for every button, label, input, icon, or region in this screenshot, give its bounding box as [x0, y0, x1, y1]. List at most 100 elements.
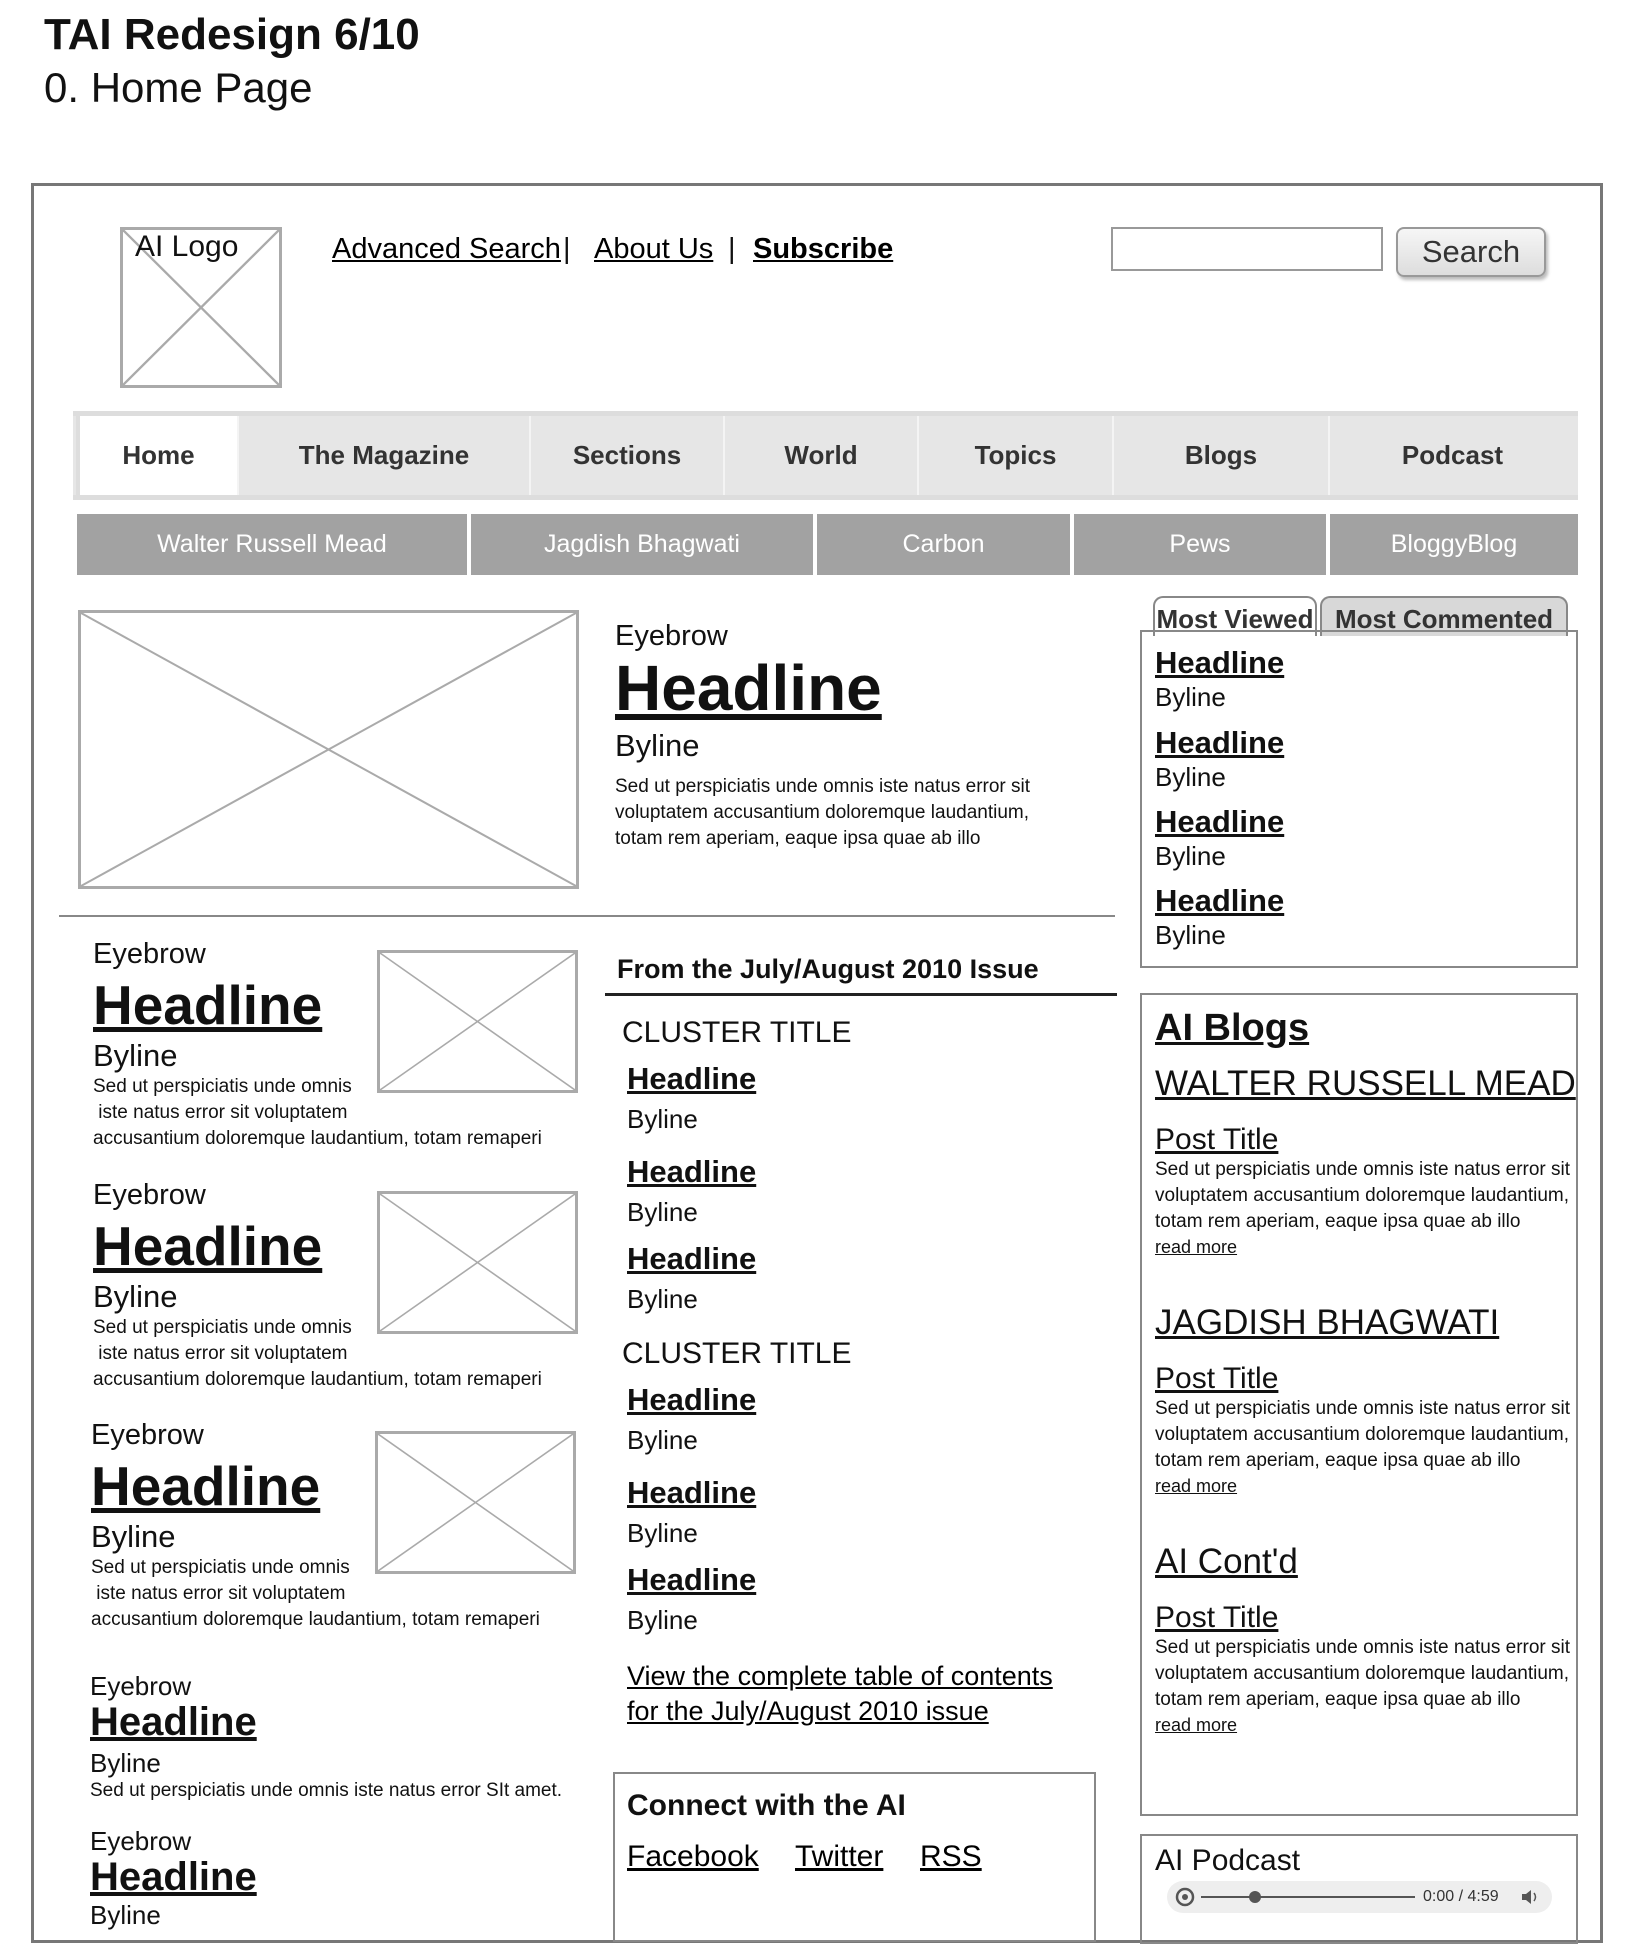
- popular-headline[interactable]: Headline: [1155, 804, 1284, 840]
- lead-summary: Sed ut perspiciatis unde omnis iste natu…: [615, 776, 1031, 849]
- post-excerpt-line: totam rem aperiam, eaque ipsa quae ab il…: [1155, 1689, 1521, 1710]
- cluster-title: CLUSTER TITLE: [622, 1337, 852, 1370]
- read-more-link[interactable]: read more: [1155, 1237, 1237, 1258]
- audio-progress-track[interactable]: [1201, 1896, 1415, 1898]
- feature-story: Eyebrow Headline Byline Sed ut perspicia…: [90, 1416, 580, 1646]
- audio-time: 0:00 / 4:59: [1423, 1888, 1499, 1905]
- toc-link-line-1[interactable]: View the complete table of contents: [627, 1661, 1053, 1692]
- feature-eyebrow: Eyebrow: [91, 1419, 204, 1451]
- feature-byline: Byline: [93, 1038, 178, 1073]
- popular-byline: Byline: [1155, 682, 1226, 712]
- post-excerpt-line: voluptatem accusantium doloremque laudan…: [1155, 1185, 1570, 1206]
- subnav-pews[interactable]: Pews: [1074, 514, 1326, 575]
- subscribe-link[interactable]: Subscribe: [753, 233, 893, 266]
- issue-headline[interactable]: Headline: [627, 1061, 756, 1097]
- feature-summary-line: iste natus error sit voluptatem: [93, 1102, 348, 1123]
- document-subtitle: 0. Home Page: [44, 64, 313, 111]
- issue-byline: Byline: [627, 1104, 698, 1134]
- volume-icon[interactable]: [1521, 1889, 1541, 1905]
- twitter-link[interactable]: Twitter: [795, 1840, 883, 1874]
- post-excerpt-line: totam rem aperiam, eaque ipsa quae ab il…: [1155, 1450, 1521, 1471]
- popular-headline[interactable]: Headline: [1155, 883, 1284, 919]
- issue-byline: Byline: [627, 1518, 698, 1548]
- feature-summary-line: accusantium doloremque laudantium, totam…: [93, 1369, 542, 1390]
- feature-summary-line: Sed ut perspiciatis unde omnis: [93, 1076, 352, 1097]
- story-headline[interactable]: Headline: [90, 1700, 257, 1745]
- read-more-link[interactable]: read more: [1155, 1715, 1237, 1736]
- blog-author-link[interactable]: JAGDISH BHAGWATI: [1155, 1303, 1499, 1343]
- feature-byline: Byline: [91, 1519, 176, 1554]
- feature-image-placeholder[interactable]: [377, 950, 578, 1093]
- story-eyebrow: Eyebrow: [90, 1671, 192, 1701]
- advanced-search-link[interactable]: Advanced Search: [332, 233, 561, 266]
- story-byline: Byline: [90, 1748, 161, 1778]
- audio-progress-knob[interactable]: [1248, 1891, 1261, 1903]
- tab-podcast[interactable]: Podcast: [1330, 416, 1575, 495]
- tab-blogs[interactable]: Blogs: [1114, 416, 1330, 495]
- feature-byline: Byline: [93, 1279, 178, 1314]
- story-byline: Byline: [90, 1900, 161, 1930]
- issue-headline[interactable]: Headline: [627, 1154, 756, 1190]
- read-more-link[interactable]: read more: [1155, 1476, 1237, 1497]
- section-divider: [59, 915, 1115, 917]
- facebook-link[interactable]: Facebook: [627, 1840, 759, 1874]
- play-icon[interactable]: [1175, 1887, 1195, 1907]
- story-headline[interactable]: Headline: [90, 1855, 257, 1900]
- subnav-bloggyblog[interactable]: BloggyBlog: [1330, 514, 1578, 575]
- issue-headline[interactable]: Headline: [627, 1382, 756, 1418]
- search-button[interactable]: Search: [1396, 227, 1546, 277]
- popular-byline: Byline: [1155, 841, 1226, 871]
- tab-sections[interactable]: Sections: [531, 416, 725, 495]
- subnav-carbon[interactable]: Carbon: [817, 514, 1070, 575]
- feature-summary-line: accusantium doloremque laudantium, totam…: [93, 1128, 542, 1149]
- issue-byline: Byline: [627, 1425, 698, 1455]
- blog-author-link[interactable]: WALTER RUSSELL MEAD: [1155, 1064, 1576, 1104]
- subnav-walter-russell-mead[interactable]: Walter Russell Mead: [77, 514, 467, 575]
- post-title-link[interactable]: Post Title: [1155, 1601, 1278, 1635]
- lead-headline[interactable]: Headline: [615, 651, 882, 725]
- feature-summary-line: Sed ut perspiciatis unde omnis: [91, 1557, 350, 1578]
- feature-story: Eyebrow Headline Byline Sed ut perspicia…: [92, 935, 582, 1165]
- subnav-jagdish-bhagwati[interactable]: Jagdish Bhagwati: [471, 514, 813, 575]
- tab-world[interactable]: World: [725, 416, 919, 495]
- feature-summary-line: iste natus error sit voluptatem: [91, 1583, 346, 1604]
- feature-story: Eyebrow Headline Byline Sed ut perspicia…: [92, 1176, 582, 1406]
- popular-headline[interactable]: Headline: [1155, 645, 1284, 681]
- feature-summary-line: accusantium doloremque laudantium, totam…: [91, 1609, 540, 1630]
- post-title-link[interactable]: Post Title: [1155, 1123, 1278, 1157]
- feature-headline[interactable]: Headline: [91, 1454, 320, 1518]
- nav-separator: |: [728, 233, 736, 265]
- tab-the-magazine[interactable]: The Magazine: [239, 416, 531, 495]
- post-excerpt-line: totam rem aperiam, eaque ipsa quae ab il…: [1155, 1211, 1521, 1232]
- rss-link[interactable]: RSS: [920, 1840, 982, 1874]
- post-title-link[interactable]: Post Title: [1155, 1362, 1278, 1396]
- about-us-link[interactable]: About Us: [594, 233, 713, 266]
- tab-home[interactable]: Home: [76, 416, 239, 495]
- feature-image-placeholder[interactable]: [377, 1191, 578, 1334]
- issue-headline[interactable]: Headline: [627, 1241, 756, 1277]
- feature-summary-line: Sed ut perspiciatis unde omnis: [93, 1317, 352, 1338]
- post-excerpt-line: Sed ut perspiciatis unde omnis iste natu…: [1155, 1398, 1571, 1419]
- lead-eyebrow: Eyebrow: [615, 620, 728, 652]
- story-summary: Sed ut perspiciatis unde omnis iste natu…: [90, 1780, 563, 1801]
- podcast-title: AI Podcast: [1155, 1844, 1301, 1877]
- tab-topics[interactable]: Topics: [919, 416, 1114, 495]
- logo-label: AI Logo: [135, 230, 239, 263]
- search-input[interactable]: [1111, 227, 1383, 271]
- feature-headline[interactable]: Headline: [93, 1214, 322, 1278]
- popular-headline[interactable]: Headline: [1155, 725, 1284, 761]
- feature-eyebrow: Eyebrow: [93, 1179, 206, 1211]
- story-eyebrow: Eyebrow: [90, 1826, 192, 1856]
- issue-byline: Byline: [627, 1605, 698, 1635]
- feature-image-placeholder[interactable]: [375, 1431, 576, 1574]
- feature-headline[interactable]: Headline: [93, 973, 322, 1037]
- issue-headline[interactable]: Headline: [627, 1475, 756, 1511]
- blogs-title[interactable]: AI Blogs: [1155, 1007, 1309, 1050]
- post-excerpt-line: voluptatem accusantium doloremque laudan…: [1155, 1424, 1570, 1445]
- cluster-title: CLUSTER TITLE: [622, 1016, 852, 1049]
- audio-player: 0:00 / 4:59: [1167, 1881, 1552, 1913]
- issue-headline[interactable]: Headline: [627, 1562, 756, 1598]
- toc-link-line-2[interactable]: for the July/August 2010 issue: [627, 1696, 989, 1727]
- lead-image-placeholder[interactable]: [78, 610, 579, 889]
- blog-author-link[interactable]: AI Cont'd: [1155, 1542, 1298, 1582]
